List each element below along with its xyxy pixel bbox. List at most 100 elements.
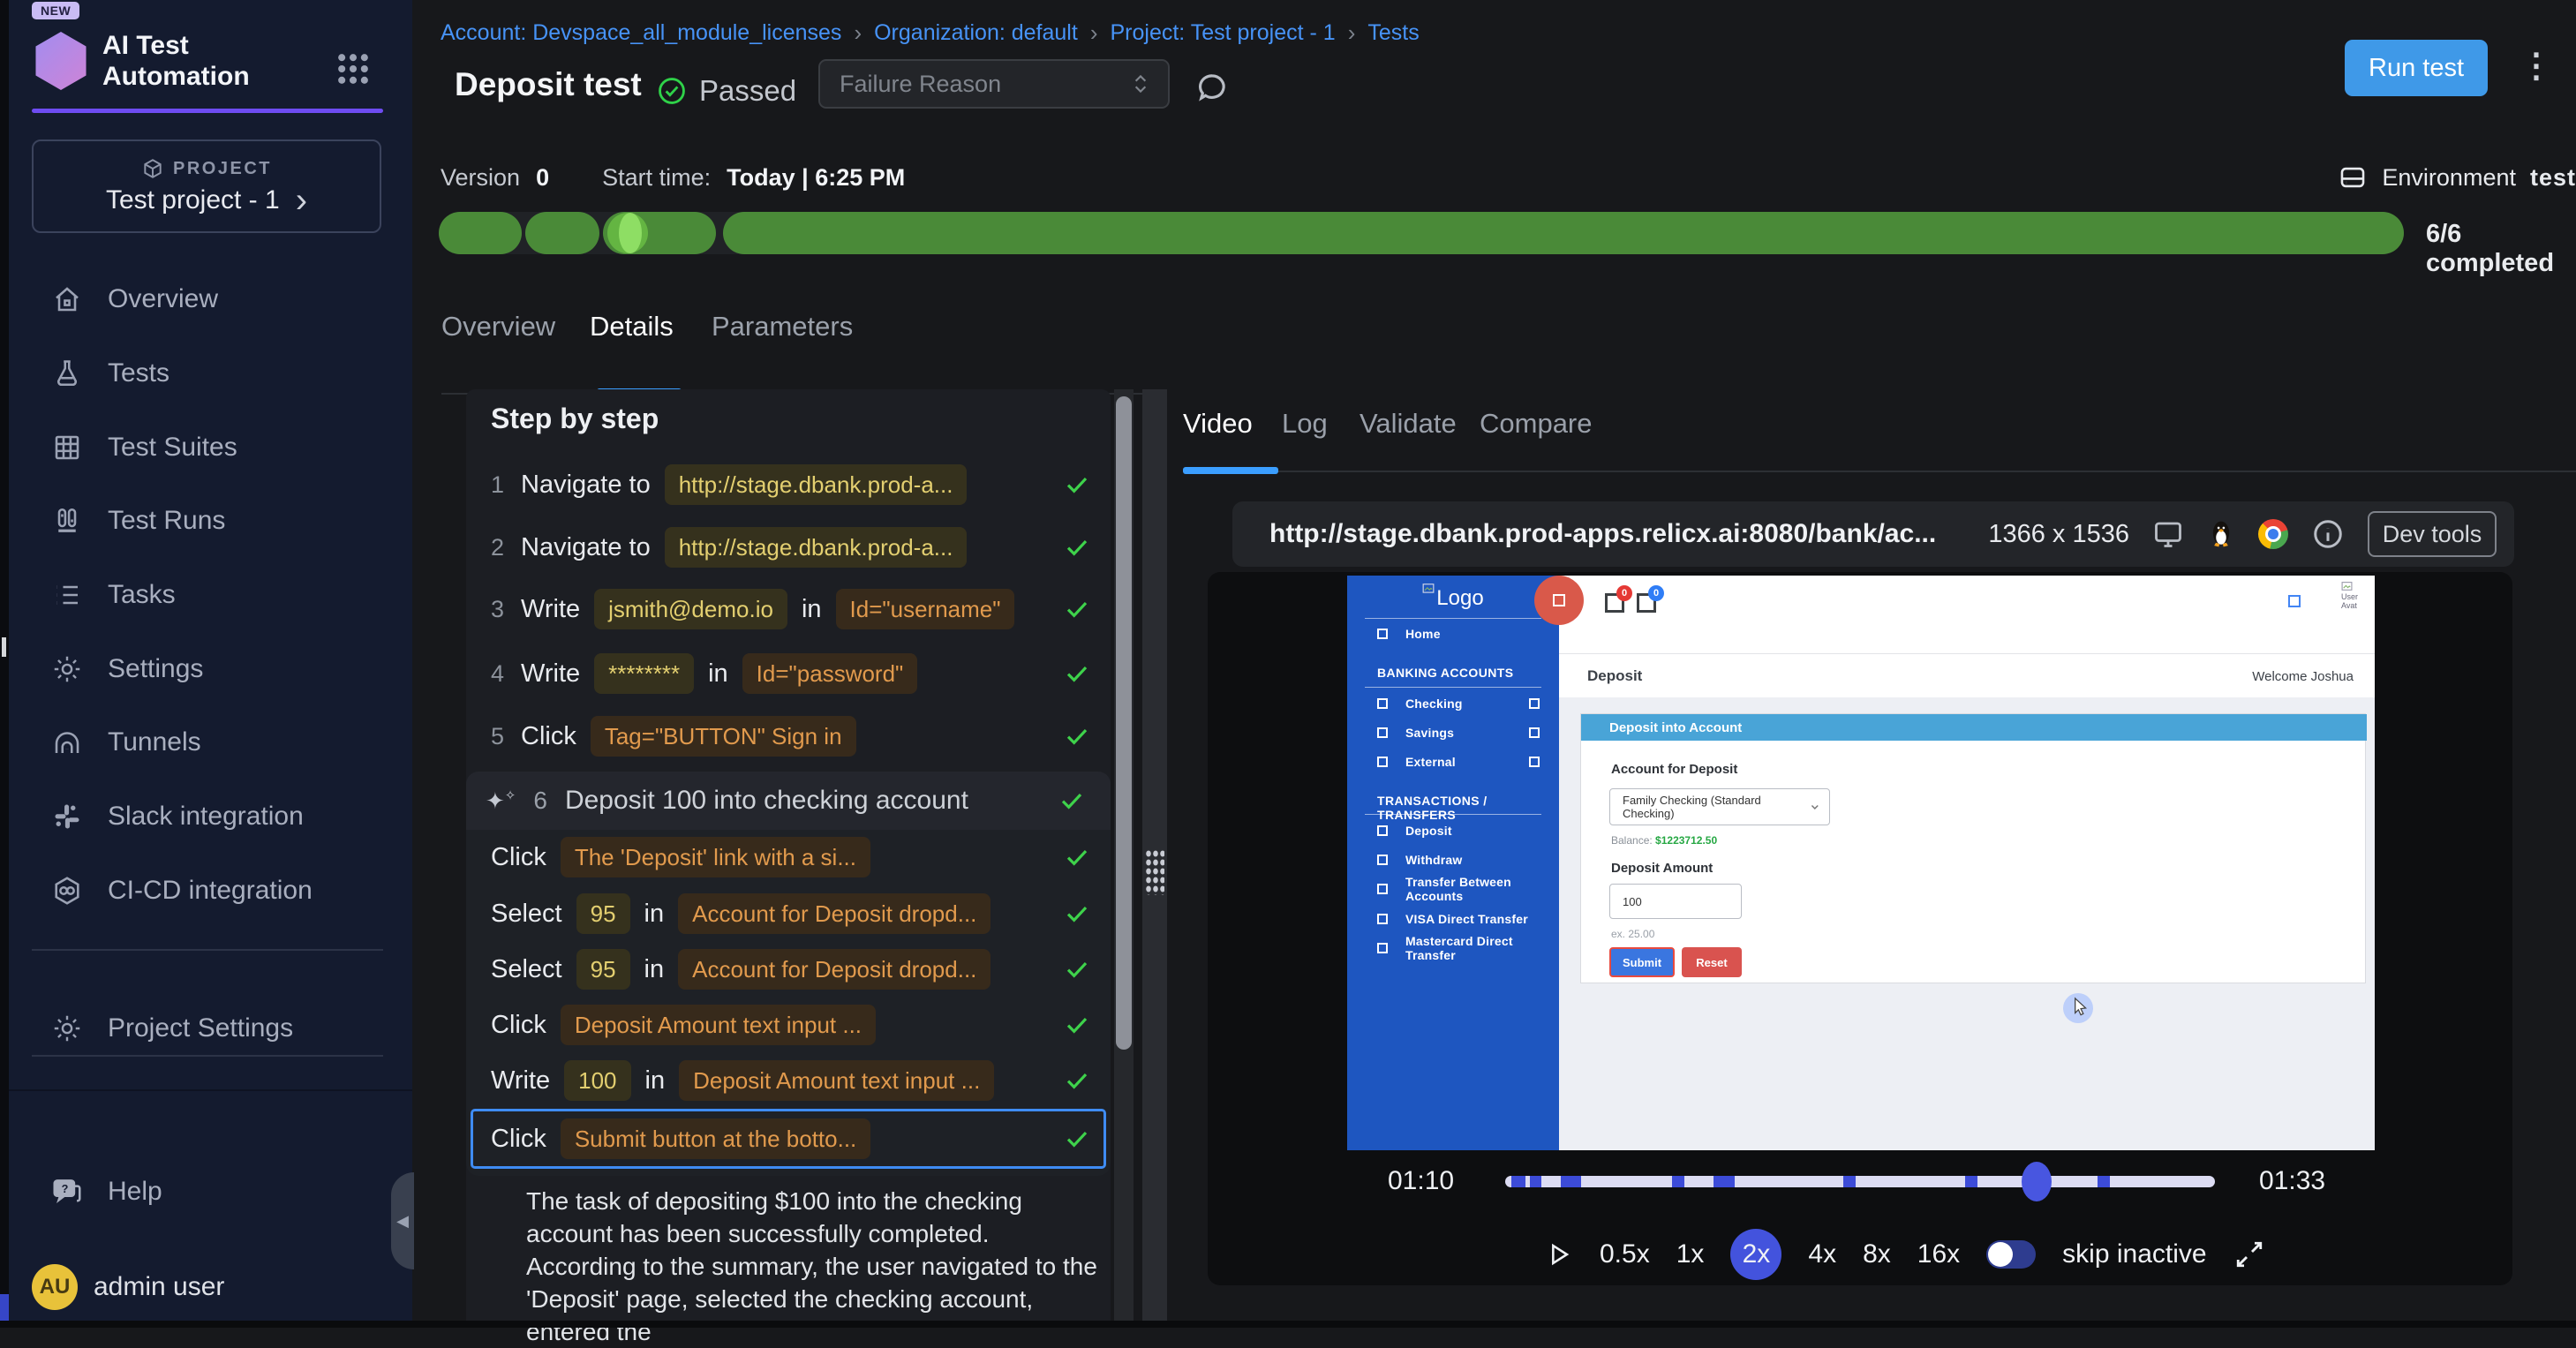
step-row-5[interactable]: 5 Click Tag="BUTTON" Sign in: [491, 712, 1103, 761]
bank-nav-mastercard-transfer[interactable]: Mastercard Direct Transfer: [1347, 937, 1559, 960]
account-for-deposit-select[interactable]: Family Checking (Standard Checking): [1609, 788, 1830, 825]
speed-4x[interactable]: 4x: [1808, 1239, 1836, 1269]
step-row-2[interactable]: 2 Navigate to http://stage.dbank.prod-a.…: [491, 523, 1103, 572]
step-locator-chip[interactable]: Tag="BUTTON" Sign in: [591, 716, 856, 757]
timeline-marker: [1530, 1176, 1541, 1187]
step-value-chip[interactable]: ********: [594, 653, 694, 694]
bank-nav-withdraw[interactable]: Withdraw: [1347, 848, 1559, 871]
tab-log[interactable]: Log: [1282, 408, 1328, 440]
speed-16x[interactable]: 16x: [1917, 1239, 1960, 1269]
substep-row-3[interactable]: Select 95 in Account for Deposit dropd..…: [491, 945, 1103, 994]
apps-grid-icon[interactable]: [334, 49, 373, 88]
breadcrumb-organization[interactable]: Organization: default: [874, 20, 1078, 46]
step-target-chip[interactable]: http://stage.dbank.prod-a...: [665, 464, 968, 505]
step-row-4[interactable]: 4 Write ******** in Id="password": [491, 649, 1103, 698]
bank-nav-checking[interactable]: Checking: [1347, 692, 1559, 715]
breadcrumb-tests[interactable]: Tests: [1367, 20, 1419, 46]
bank-nav-savings[interactable]: Savings: [1347, 721, 1559, 744]
avatar: AU: [32, 1264, 78, 1310]
breadcrumb-project[interactable]: Project: Test project - 1: [1110, 20, 1335, 46]
bank-notification-icon[interactable]: 0: [1637, 593, 1656, 613]
substep-row-2[interactable]: Select 95 in Account for Deposit dropd..…: [491, 889, 1103, 938]
speed-8x[interactable]: 8x: [1863, 1239, 1891, 1269]
tab-overview[interactable]: Overview: [441, 311, 555, 343]
step-locator-chip[interactable]: The 'Deposit' link with a si...: [561, 837, 870, 877]
timeline-marker: [2098, 1176, 2110, 1187]
substep-row-6-selected[interactable]: Click Submit button at the botto...: [491, 1114, 1103, 1163]
resolution-text: 1366 x 1536: [1988, 520, 2129, 549]
sidebar-item-slack-integration[interactable]: Slack integration: [32, 790, 385, 843]
sidebar-item-test-runs[interactable]: Test Runs: [32, 494, 385, 547]
bank-nav-deposit[interactable]: Deposit: [1347, 819, 1559, 842]
sidebar: NEW AI Test Automation PROJECT Test proj…: [9, 0, 412, 1328]
bank-nav-home[interactable]: Home: [1347, 622, 1559, 645]
sidebar-item-tests[interactable]: Tests: [32, 347, 385, 400]
sidebar-item-help[interactable]: ? Help: [32, 1165, 385, 1218]
step-row-3[interactable]: 3 Write jsmith@demo.io in Id="username": [491, 584, 1103, 634]
step-row-1[interactable]: 1 Navigate to http://stage.dbank.prod-a.…: [491, 460, 1103, 509]
substep-row-4[interactable]: Click Deposit Amount text input ...: [491, 1000, 1103, 1050]
environment-value: test: [2530, 164, 2576, 192]
sidebar-item-test-suites[interactable]: Test Suites: [32, 421, 385, 474]
tab-video[interactable]: Video: [1183, 408, 1253, 440]
bank-nav-transfer[interactable]: Transfer Between Accounts: [1347, 877, 1559, 900]
breadcrumb-account[interactable]: Account: Devspace_all_module_licenses: [441, 20, 841, 46]
timeline-track[interactable]: [1505, 1176, 2215, 1187]
status-badge: Passed: [657, 74, 796, 108]
bank-nav-visa-transfer[interactable]: VISA Direct Transfer: [1347, 907, 1559, 930]
bank-notification-icon[interactable]: 0: [1605, 593, 1624, 613]
comment-icon[interactable]: [1194, 69, 1231, 106]
step-value-chip[interactable]: 95: [576, 949, 630, 990]
step-locator-chip[interactable]: Submit button at the botto...: [561, 1118, 870, 1159]
skip-inactive-toggle[interactable]: [1986, 1240, 2036, 1269]
step-locator-chip[interactable]: Deposit Amount text input ...: [679, 1060, 994, 1101]
tab-parameters[interactable]: Parameters: [712, 311, 853, 343]
step-locator-chip[interactable]: Deposit Amount text input ...: [561, 1005, 876, 1045]
step-locator-chip[interactable]: Id="password": [742, 653, 918, 694]
tab-details[interactable]: Details: [590, 311, 674, 343]
deposit-amount-input[interactable]: 100: [1609, 884, 1742, 919]
breadcrumb-sep: ›: [1090, 19, 1098, 47]
substep-row-5[interactable]: Write 100 in Deposit Amount text input .…: [491, 1056, 1103, 1105]
sidebar-item-tunnels[interactable]: Tunnels: [32, 716, 385, 769]
step-group-header[interactable]: ✦✧ 6 Deposit 100 into checking account: [466, 772, 1111, 830]
step-locator-chip[interactable]: Account for Deposit dropd...: [678, 893, 990, 934]
bank-submit-button[interactable]: Submit: [1609, 947, 1675, 977]
bank-reset-button[interactable]: Reset: [1682, 947, 1742, 977]
failure-reason-select[interactable]: Failure Reason: [818, 59, 1170, 109]
step-value-chip[interactable]: jsmith@demo.io: [594, 589, 787, 629]
step-target-chip[interactable]: http://stage.dbank.prod-a...: [665, 527, 968, 568]
run-test-button[interactable]: Run test: [2345, 40, 2488, 96]
sidebar-item-cicd-integration[interactable]: CI-CD integration: [32, 864, 385, 917]
speed-1x[interactable]: 1x: [1676, 1239, 1705, 1269]
devtools-button[interactable]: Dev tools: [2368, 511, 2497, 557]
sidebar-item-project-settings[interactable]: Project Settings: [32, 1002, 385, 1055]
bank-nav-external[interactable]: External: [1347, 750, 1559, 773]
substep-row-1[interactable]: Click The 'Deposit' link with a si...: [491, 832, 1103, 882]
info-icon[interactable]: [2311, 517, 2345, 551]
splitter-drag-handle-icon[interactable]: [1145, 849, 1164, 895]
more-options-icon[interactable]: ⋮: [2520, 46, 2553, 86]
list-icon: [49, 579, 85, 611]
tab-validate[interactable]: Validate: [1360, 408, 1457, 440]
step-value-chip[interactable]: 95: [576, 893, 630, 934]
tab-compare[interactable]: Compare: [1480, 408, 1593, 440]
speed-2x-active[interactable]: 2x: [1730, 1229, 1781, 1280]
fullscreen-icon[interactable]: [2233, 1239, 2265, 1270]
steps-scrollbar-thumb[interactable]: [1116, 396, 1132, 1050]
sidebar-item-settings[interactable]: Settings: [32, 643, 385, 696]
timeline-thumb[interactable]: [2022, 1162, 2052, 1201]
user-menu[interactable]: AU admin user: [32, 1264, 224, 1310]
step-locator-chip[interactable]: Account for Deposit dropd...: [678, 949, 990, 990]
step-locator-chip[interactable]: Id="username": [836, 589, 1015, 629]
sidebar-item-overview[interactable]: Overview: [32, 273, 385, 326]
step-value-chip[interactable]: 100: [564, 1060, 630, 1101]
bank-user-avatar-broken[interactable]: User Avat: [2341, 581, 2371, 610]
speed-0_5x[interactable]: 0.5x: [1600, 1239, 1650, 1269]
bank-page-header: Deposit Welcome Joshua: [1559, 653, 2375, 697]
sidebar-collapse-handle[interactable]: ◀: [391, 1172, 414, 1269]
project-selector[interactable]: PROJECT Test project - 1 ›: [32, 139, 381, 233]
sidebar-item-tasks[interactable]: Tasks: [32, 569, 385, 621]
help-chat-icon: ?: [49, 1175, 85, 1209]
play-icon[interactable]: [1543, 1239, 1573, 1269]
